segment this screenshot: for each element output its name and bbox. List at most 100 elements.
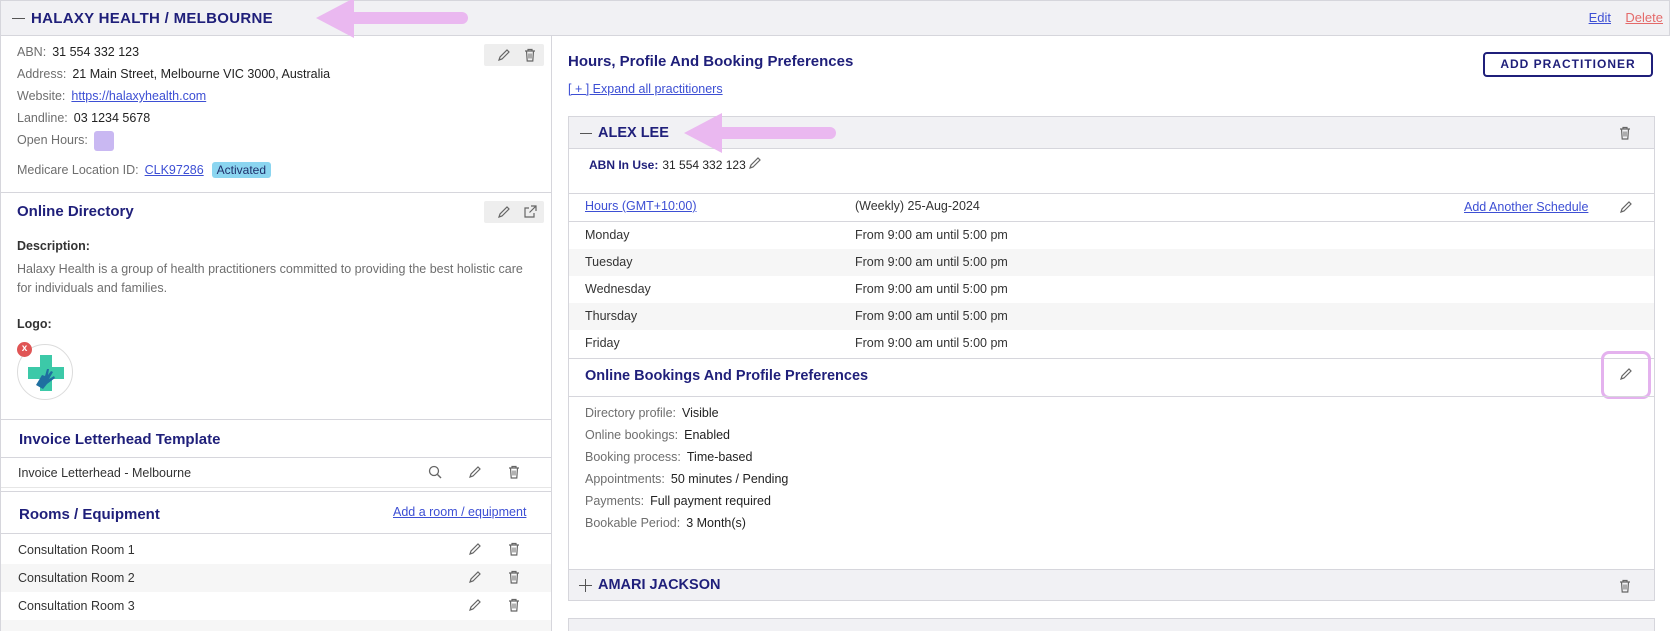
add-practitioner-button[interactable]: ADD PRACTITIONER	[1483, 52, 1653, 77]
hours-row-tuesday: Tuesday From 9:00 am until 5:00 pm	[569, 249, 1654, 276]
divider	[1, 533, 551, 534]
rooms-title: Rooms / Equipment	[19, 506, 160, 523]
edit-icon[interactable]	[496, 47, 512, 63]
day-label: Tuesday	[585, 255, 633, 269]
divider	[569, 396, 1654, 397]
room-name: Consultation Room 1	[18, 543, 135, 557]
directory-actions	[484, 201, 544, 223]
open-hours-label: Open Hours:	[17, 133, 88, 148]
address-value: 21 Main Street, Melbourne VIC 3000, Aust…	[72, 67, 331, 81]
trash-icon[interactable]	[506, 597, 522, 613]
edit-location-link[interactable]: Edit	[1589, 10, 1611, 25]
abn-label: ABN:	[17, 45, 47, 59]
divider	[1, 419, 551, 420]
medicare-id-link[interactable]: CLK97286	[145, 163, 204, 177]
external-link-icon[interactable]	[522, 204, 538, 220]
landline-value: 03 1234 5678	[73, 111, 151, 125]
online-directory-title: Online Directory	[17, 203, 134, 220]
trash-icon[interactable]	[506, 464, 522, 480]
day-label: Friday	[585, 336, 620, 350]
practitioner-card: ALEX LEE ABN In Use: 31 554 332 123 Hours…	[568, 116, 1655, 588]
location-header: HALAXY HEALTH / MELBOURNE Edit Delete	[0, 0, 1670, 36]
edit-icon[interactable]	[747, 155, 763, 171]
room-row: Consultation Room 1	[1, 536, 551, 564]
landline-label: Landline:	[17, 111, 68, 125]
pref-row: Booking process: Time-based	[585, 450, 752, 464]
divider	[1, 192, 551, 193]
remove-logo-icon[interactable]: x	[17, 342, 32, 357]
pref-row: Bookable Period: 3 Month(s)	[585, 516, 746, 530]
practitioner-name: ALEX LEE	[598, 125, 669, 141]
main-title: Hours, Profile And Booking Preferences	[568, 53, 854, 70]
edit-icon[interactable]	[1618, 199, 1634, 215]
room-row-partial	[1, 620, 551, 631]
expand-all-link[interactable]: [ + ] Expand all practitioners	[568, 82, 723, 96]
logo-label: Logo:	[17, 317, 52, 331]
divider	[569, 193, 1654, 194]
divider	[569, 358, 1654, 359]
open-hours-row: Open Hours:	[17, 131, 114, 151]
hours-row-monday: Monday From 9:00 am until 5:00 pm	[569, 222, 1654, 249]
edit-icon[interactable]	[467, 464, 483, 480]
edit-icon[interactable]	[496, 204, 512, 220]
pref-label: Payments:	[585, 494, 645, 508]
trash-icon[interactable]	[1617, 578, 1633, 594]
collapse-icon[interactable]	[580, 133, 592, 134]
open-hours-swatch[interactable]	[93, 131, 114, 151]
expand-icon[interactable]	[579, 578, 593, 592]
pref-value: Full payment required	[650, 494, 771, 508]
pref-row: Payments: Full payment required	[585, 494, 771, 508]
website-link[interactable]: https://halaxyhealth.com	[71, 89, 206, 103]
add-schedule-link[interactable]: Add Another Schedule	[1464, 200, 1588, 214]
letterhead-name: Invoice Letterhead - Melbourne	[18, 466, 192, 480]
location-title: HALAXY HEALTH / MELBOURNE	[31, 10, 273, 27]
collapse-icon[interactable]	[12, 18, 25, 19]
add-room-link[interactable]: Add a room / equipment	[393, 505, 526, 519]
pref-value: Visible	[682, 406, 719, 420]
trash-icon[interactable]	[506, 569, 522, 585]
time-range: From 9:00 am until 5:00 pm	[855, 309, 1008, 323]
edit-icon[interactable]	[467, 597, 483, 613]
search-icon[interactable]	[427, 464, 443, 480]
room-name: Consultation Room 3	[18, 599, 135, 613]
address-row: Address: 21 Main Street, Melbourne VIC 30…	[17, 67, 330, 81]
hours-timezone-link[interactable]: Hours (GMT+10:00)	[585, 199, 697, 213]
day-label: Thursday	[585, 309, 638, 323]
schedule-label: (Weekly) 25-Aug-2024	[855, 199, 980, 213]
pref-label: Bookable Period:	[585, 516, 681, 530]
time-range: From 9:00 am until 5:00 pm	[855, 282, 1008, 296]
practitioner-name: AMARI JACKSON	[598, 577, 721, 593]
plus-v	[585, 579, 586, 592]
practitioner-card-collapsed: AMARI JACKSON	[568, 569, 1655, 601]
annotation-arrow	[714, 127, 836, 139]
description-label: Description:	[17, 239, 90, 253]
edit-icon[interactable]	[467, 541, 483, 557]
annotation-highlight	[1601, 351, 1651, 399]
edit-icon[interactable]	[467, 569, 483, 585]
room-name: Consultation Room 2	[18, 571, 135, 585]
delete-location-link[interactable]: Delete	[1625, 10, 1663, 25]
abn-row: ABN: 31 554 332 123	[17, 45, 139, 59]
trash-icon[interactable]	[1617, 125, 1633, 141]
medicare-row: Medicare Location ID: CLK97286 Activated	[17, 162, 272, 178]
annotation-arrow	[346, 12, 468, 24]
landline-row: Landline: 03 1234 5678	[17, 111, 150, 125]
address-label: Address:	[17, 67, 67, 81]
trash-icon[interactable]	[506, 541, 522, 557]
location-details-panel: ABN: 31 554 332 123 Address: 21 Main Stree…	[0, 36, 552, 631]
trash-icon[interactable]	[522, 47, 538, 63]
pref-label: Directory profile:	[585, 406, 676, 420]
pref-value: 50 minutes / Pending	[670, 472, 789, 486]
letterhead-row: Invoice Letterhead - Melbourne	[1, 459, 551, 487]
website-row: Website: https://halaxyhealth.com	[17, 89, 206, 103]
description-text: Halaxy Health is a group of health pract…	[17, 262, 523, 295]
day-label: Wednesday	[585, 282, 651, 296]
room-row: Consultation Room 2	[1, 564, 551, 592]
abn-value: 31 554 332 123	[52, 45, 140, 59]
day-label: Monday	[585, 228, 630, 242]
pref-value: 3 Month(s)	[686, 516, 746, 530]
divider	[1, 491, 551, 492]
status-badge: Activated	[211, 162, 272, 178]
letterhead-title: Invoice Letterhead Template	[19, 431, 221, 448]
location-actions	[484, 44, 544, 66]
